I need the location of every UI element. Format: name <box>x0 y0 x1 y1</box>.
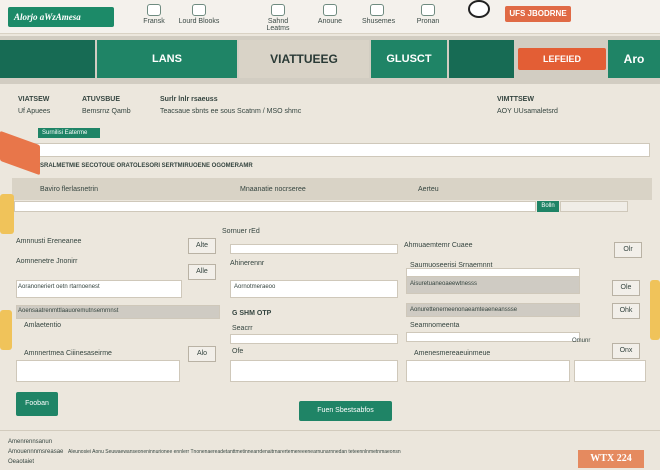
row6-right: Amenesmereaeuinmeue <box>414 350 491 357</box>
tab-gluscd[interactable]: GLUSCT <box>371 40 447 78</box>
info-col4-title: VIMTTSEW <box>497 96 534 103</box>
info-col1-value: Uf Apuees <box>18 108 51 115</box>
tab-viattueeg[interactable]: VIATTUEEG <box>239 40 369 78</box>
user-icon[interactable]: Pronan <box>410 4 446 25</box>
right-input-4[interactable] <box>406 332 580 342</box>
row6-mid: Ofe <box>232 348 244 355</box>
row-a-mid: Mnaanatie nocrseree <box>240 186 306 193</box>
mid-textarea[interactable] <box>230 360 398 382</box>
info-col2-title: ATUVSBUE <box>82 96 120 103</box>
form-mid-label: Sornuer rEd <box>222 228 260 235</box>
row-b-button[interactable]: Bolln <box>537 201 559 212</box>
submit-button[interactable]: Fuen Sbestsabfos <box>299 401 392 421</box>
row-a-left: Baviro flerlasnetrin <box>40 186 98 193</box>
bottom-footer: Amenrennsanun Amouennnmsreasae Oeaotaiet… <box>0 430 660 470</box>
main-nav: LANS VIATTUEEG GLUSCT LEFEIED Aro <box>0 36 660 84</box>
header-action-button[interactable]: UFS JBODRNE <box>505 6 571 22</box>
avatar[interactable] <box>468 0 490 18</box>
footer-line1: Amenrennsanun <box>8 439 53 445</box>
row4-left: Aoensaatrenmttlaauoremutnsemrnnst <box>18 308 119 314</box>
return-button[interactable]: LEFEIED <box>518 48 606 70</box>
mid-input-3[interactable] <box>230 334 398 344</box>
tab-lans[interactable]: LANS <box>97 40 237 78</box>
decor-ribbon <box>0 130 40 176</box>
form-mid-label-2: Ahinerennr <box>230 260 265 267</box>
form-right-label: Ahmuaemtemr Cuaee <box>404 242 473 249</box>
form-left-label-2: Aomnenetre Jnonirr <box>16 258 78 265</box>
row6-right-extra: Omunr <box>572 338 591 344</box>
footer-stamp: WTX 224 <box>578 450 644 468</box>
footer-line3: Oeaotaiet <box>8 459 35 465</box>
row-b-field[interactable] <box>560 201 628 212</box>
row-a <box>12 178 652 200</box>
notice-text: SRALMETMIE SECOTOUE ORATOLESORI SERTMIRU… <box>40 163 253 169</box>
decor-yellow-left <box>0 194 14 234</box>
row3-mid: Aornotmeraeoo <box>234 284 276 290</box>
row5-left: Amlaetentio <box>24 322 61 329</box>
row4-right: Aonurettenerneenonaeamteaeneanssse <box>410 307 518 313</box>
info-col1-title: VIATSEW <box>18 96 50 103</box>
form-left-label: Amnnusti Ereneanee <box>16 238 82 245</box>
home-icon[interactable]: Fransk <box>134 4 174 25</box>
right-dropdown-3[interactable]: Ohk <box>612 303 640 319</box>
top-header: Alorjo aWzAmesa Fransk Lourd Blooks Sahn… <box>0 0 660 34</box>
right-dropdown[interactable]: Olr <box>614 242 642 258</box>
calendar-icon[interactable]: Anoune <box>312 4 348 25</box>
info-col3-title: Surlr lnlr rsaeuss <box>160 96 218 103</box>
page: Alorjo aWzAmesa Fransk Lourd Blooks Sahn… <box>0 0 660 470</box>
row5-mid: Seacrr <box>232 325 253 332</box>
right-textarea-2[interactable] <box>574 360 646 382</box>
brand-logo[interactable]: Alorjo aWzAmesa <box>8 7 114 27</box>
bell-icon[interactable]: Shusemes <box>362 4 395 25</box>
doc-icon[interactable]: Lourd Blooks <box>176 4 222 25</box>
row-a-right: Aerteu <box>418 186 439 193</box>
nav-spacer <box>449 40 514 78</box>
decor-yellow-left-2 <box>0 310 12 350</box>
footer-line2: Amouennnmsreasae <box>8 449 64 455</box>
right-dropdown-2[interactable]: Ole <box>612 280 640 296</box>
decor-yellow-right <box>650 280 660 340</box>
nav-left-segment <box>0 40 95 78</box>
mid-input-1[interactable] <box>230 244 398 254</box>
info-col2-value: Bemsrnz Qamb <box>82 108 131 115</box>
progress-track <box>20 143 650 157</box>
info-col4-value: AOY UUsamaletsrd <box>497 108 558 115</box>
search-input[interactable] <box>14 201 536 212</box>
right-textarea[interactable] <box>406 360 570 382</box>
left-textarea[interactable] <box>16 360 180 382</box>
section-tag: Surnilisi Eaterme <box>38 128 100 138</box>
left-dropdown-3[interactable]: Alo <box>188 346 216 362</box>
left-dropdown[interactable]: Alte <box>188 238 216 254</box>
footer-long-text: Aleunosiei Aonu Seuwaewanseoneninnurione… <box>68 449 401 455</box>
back-button[interactable]: Fooban <box>16 392 58 416</box>
row6-left: Amnnertmea Ciiinesaseirme <box>24 350 112 357</box>
chart-icon[interactable]: Sahnd Leatms <box>256 4 300 32</box>
row3-right: Aisuretuaneoaeewtnesss <box>410 281 478 287</box>
right-dropdown-4[interactable]: Onx <box>612 343 640 359</box>
row3-left: Aoranoneriert oetn rtarnoenest <box>18 284 100 290</box>
left-dropdown-2[interactable]: Alle <box>188 264 216 280</box>
info-col3-value: Teacsaue sbnts ee sous Scatnm / MSO shmc <box>160 108 302 115</box>
row4-mid: G SHM OTP <box>232 310 272 317</box>
nav-right-label[interactable]: Aro <box>608 40 660 78</box>
row5-right: Seamnomeenta <box>410 322 460 329</box>
